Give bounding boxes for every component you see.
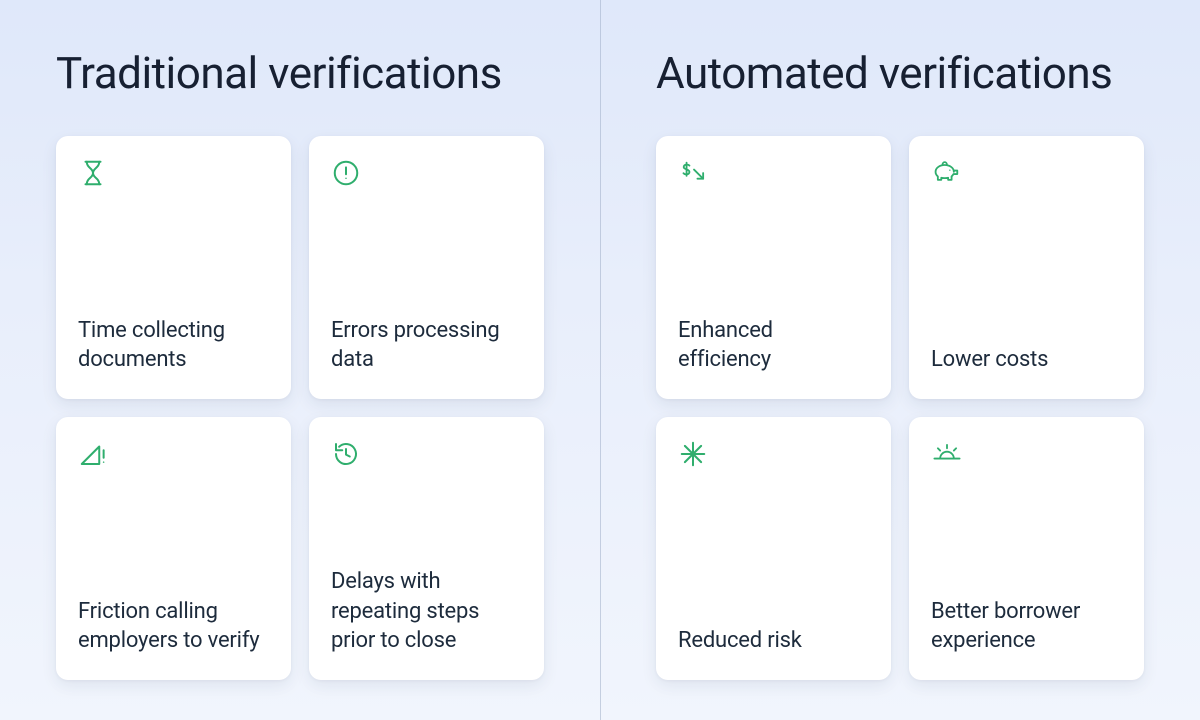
heading-automated: Automated verifications [656,48,1144,100]
card-errors-processing: Errors processing data [309,136,544,399]
column-automated: Automated verifications Enhanced efficie… [600,0,1200,720]
clock-back-icon [331,439,363,471]
card-label: Delays with repeating steps prior to clo… [331,567,522,656]
card-label: Time collecting documents [78,316,269,375]
no-signal-icon [78,439,110,471]
card-label: Friction calling employers to verify [78,597,269,656]
comparison-diagram: Traditional verifications Time collectin… [0,0,1200,720]
asterisk-icon [678,439,710,471]
piggy-bank-icon [931,158,963,190]
hourglass-icon [78,158,110,190]
card-delays-repeating: Delays with repeating steps prior to clo… [309,417,544,680]
card-label: Reduced risk [678,626,869,656]
heading-traditional: Traditional verifications [56,48,544,100]
column-traditional: Traditional verifications Time collectin… [0,0,600,720]
vertical-divider [600,0,601,720]
card-label: Lower costs [931,345,1122,375]
card-label: Better borrower experience [931,597,1122,656]
card-grid-automated: Enhanced efficiency Lower costs [656,136,1144,680]
card-enhanced-efficiency: Enhanced efficiency [656,136,891,399]
card-lower-costs: Lower costs [909,136,1144,399]
alert-circle-icon [331,158,363,190]
card-friction-calling: Friction calling employers to verify [56,417,291,680]
card-better-experience: Better borrower experience [909,417,1144,680]
card-grid-traditional: Time collecting documents Errors process… [56,136,544,680]
card-reduced-risk: Reduced risk [656,417,891,680]
card-label: Enhanced efficiency [678,316,869,375]
sunrise-icon [931,439,963,471]
card-time-collecting: Time collecting documents [56,136,291,399]
dollar-arrow-icon [678,158,710,190]
card-label: Errors processing data [331,316,522,375]
